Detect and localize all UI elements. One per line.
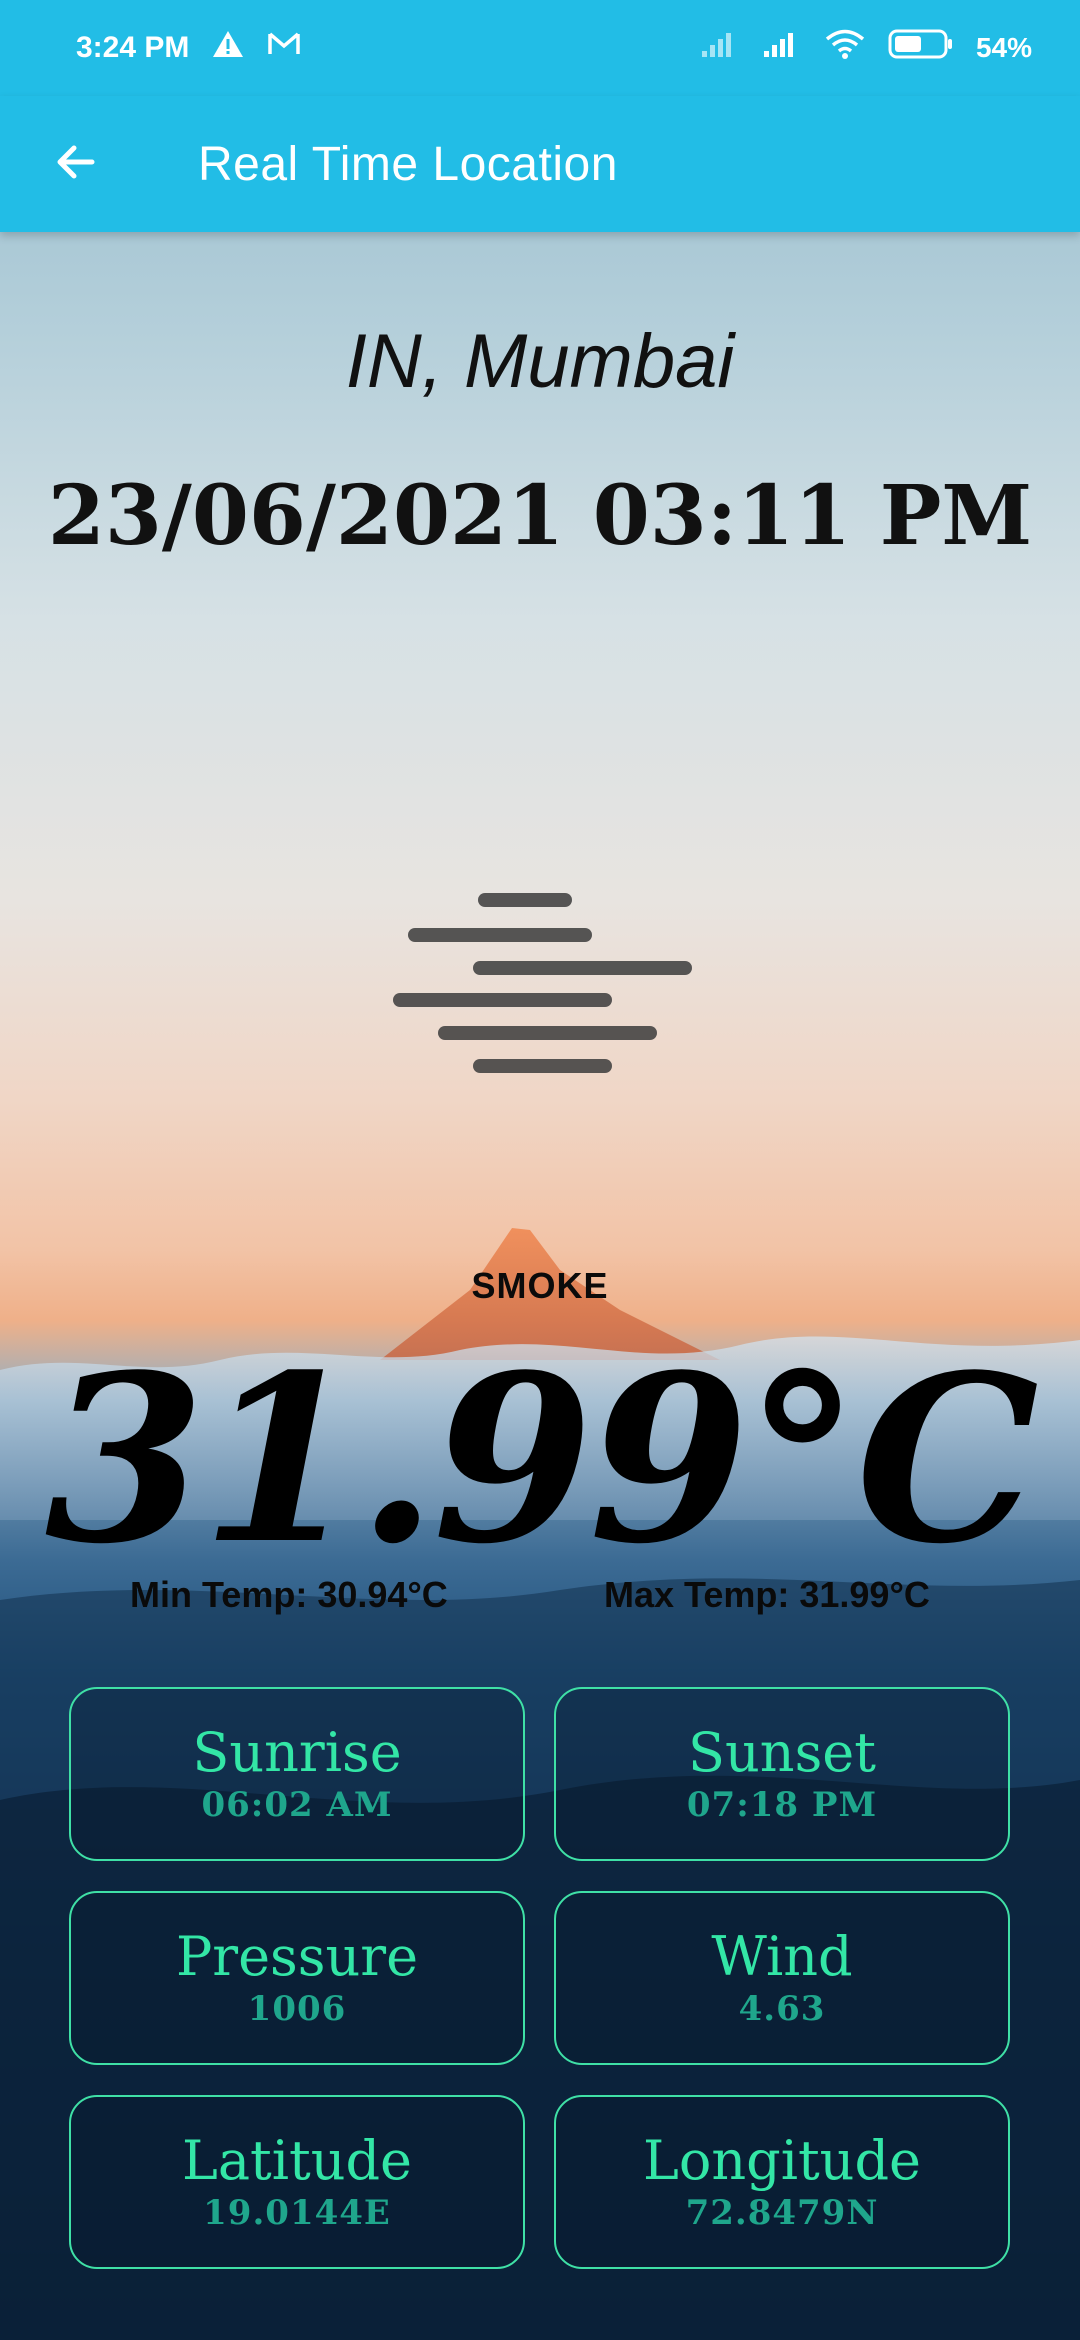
- app-bar: Real Time Location: [0, 96, 1080, 232]
- battery-icon: [888, 28, 954, 68]
- card-label: Pressure: [175, 1925, 419, 1988]
- wifi-icon: [824, 28, 866, 68]
- temperature-value: 31.99°C: [44, 1325, 1039, 1595]
- status-time: 3:24 PM: [76, 31, 190, 64]
- gmail-icon: [267, 31, 301, 65]
- max-temp-label: Max Temp: 31.99°C: [604, 1574, 930, 1615]
- card-label: Sunset: [688, 1721, 876, 1784]
- card-value: 07:18 PM: [686, 1785, 878, 1825]
- battery-percent: 54%: [975, 32, 1032, 63]
- haze-icon: [393, 893, 692, 1073]
- signal-icon: [762, 29, 802, 67]
- longitude-card[interactable]: Longitude 72.8479N: [554, 2095, 1010, 2269]
- card-value: 06:02 AM: [201, 1785, 393, 1825]
- page-title: Real Time Location: [198, 137, 618, 191]
- sunrise-card[interactable]: Sunrise 06:02 AM: [69, 1687, 525, 1861]
- arrow-back-icon: [52, 138, 100, 191]
- date-time-label: 23/06/2021 03:11 PM: [47, 468, 1033, 564]
- status-bar: 3:24 PM 54%: [0, 0, 1080, 96]
- wind-card[interactable]: Wind 4.63: [554, 1891, 1010, 2065]
- card-value: 19.0144E: [203, 2193, 391, 2233]
- card-label: Sunrise: [192, 1721, 402, 1784]
- card-value: 1006: [247, 1989, 347, 2029]
- card-label: Wind: [711, 1925, 853, 1988]
- pressure-card[interactable]: Pressure 1006: [69, 1891, 525, 2065]
- card-value: 4.63: [738, 1989, 826, 2029]
- card-value: 72.8479N: [685, 2193, 879, 2233]
- weather-condition: SMOKE: [471, 1265, 609, 1306]
- location-label: IN, Mumbai: [345, 319, 735, 404]
- back-button[interactable]: [36, 124, 116, 204]
- min-temp-label: Min Temp: 30.94°C: [130, 1574, 448, 1615]
- warning-icon: [211, 29, 245, 67]
- signal-icon: [700, 29, 740, 67]
- latitude-card[interactable]: Latitude 19.0144E: [69, 2095, 525, 2269]
- card-label: Longitude: [643, 2129, 921, 2192]
- sunset-card[interactable]: Sunset 07:18 PM: [554, 1687, 1010, 1861]
- card-label: Latitude: [181, 2129, 413, 2192]
